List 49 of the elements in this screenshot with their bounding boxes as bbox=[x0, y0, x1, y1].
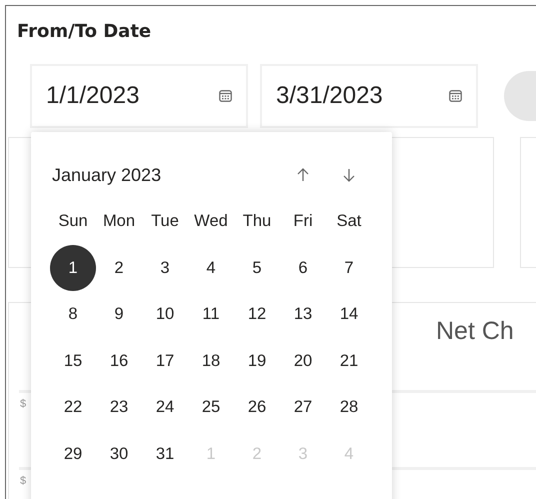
calendar-day[interactable]: 30 bbox=[96, 431, 142, 478]
calendar-day[interactable]: 28 bbox=[326, 384, 372, 431]
weekday-label: Tue bbox=[151, 211, 179, 232]
calendar-day[interactable]: 20 bbox=[280, 338, 326, 384]
down-arrow-icon bbox=[343, 168, 355, 182]
calendar-day[interactable]: 2 bbox=[96, 245, 142, 292]
calendar-day[interactable]: 14 bbox=[326, 292, 372, 338]
weekday-label: Fri bbox=[293, 211, 313, 232]
calendar-day[interactable]: 11 bbox=[188, 292, 234, 338]
calendar-day[interactable]: 5 bbox=[234, 245, 280, 292]
calendar-day[interactable]: 23 bbox=[96, 384, 142, 431]
calendar-day[interactable]: 26 bbox=[234, 384, 280, 431]
calendar-icon[interactable] bbox=[219, 90, 232, 102]
calendar-day[interactable]: 6 bbox=[280, 245, 326, 292]
calendar-icon[interactable] bbox=[449, 90, 462, 102]
calendar-day[interactable]: 19 bbox=[234, 338, 280, 384]
from-date-field[interactable]: 1/1/2023 bbox=[30, 64, 248, 128]
calendar-day[interactable]: 1 bbox=[50, 245, 96, 292]
calendar-day[interactable]: 22 bbox=[50, 384, 96, 431]
calendar-day[interactable]: 10 bbox=[142, 292, 188, 338]
calendar-day[interactable]: 31 bbox=[142, 431, 188, 478]
calendar-day[interactable]: 7 bbox=[326, 245, 372, 292]
month-label: January 2023 bbox=[51, 164, 162, 187]
weekday-label: Thu bbox=[242, 211, 272, 232]
weekday-label: Mon bbox=[102, 211, 136, 232]
calendar-day[interactable]: 21 bbox=[326, 338, 372, 384]
calendar-day[interactable]: 9 bbox=[96, 292, 142, 338]
up-arrow-icon bbox=[297, 168, 309, 182]
calendar-day[interactable]: 3 bbox=[142, 245, 188, 292]
calendar-day[interactable]: 15 bbox=[50, 338, 96, 384]
axis-label: $ bbox=[20, 397, 26, 412]
calendar-day[interactable]: 29 bbox=[50, 431, 96, 478]
calendar-day[interactable]: 4 bbox=[188, 245, 234, 292]
calendar-day[interactable]: 18 bbox=[188, 338, 234, 384]
calendar-day[interactable]: 25 bbox=[188, 384, 234, 431]
calendar-day[interactable]: 16 bbox=[96, 338, 142, 384]
axis-label: $ bbox=[20, 474, 26, 489]
to-date-field[interactable]: 3/31/2023 bbox=[260, 64, 478, 128]
calendar-day[interactable]: 17 bbox=[142, 338, 188, 384]
calendar-day[interactable]: 27 bbox=[280, 384, 326, 431]
weekday-label: Sun bbox=[58, 211, 88, 232]
calendar-day[interactable]: 12 bbox=[234, 292, 280, 338]
chart-title: Net Ch bbox=[436, 316, 514, 347]
section-title: From/To Date bbox=[16, 20, 152, 44]
weekday-label: Wed bbox=[194, 211, 228, 232]
calendar-day[interactable]: 13 bbox=[280, 292, 326, 338]
calendar-day[interactable]: 24 bbox=[142, 384, 188, 431]
calendar-day[interactable]: 8 bbox=[50, 292, 96, 338]
weekday-label: Sat bbox=[336, 211, 362, 232]
